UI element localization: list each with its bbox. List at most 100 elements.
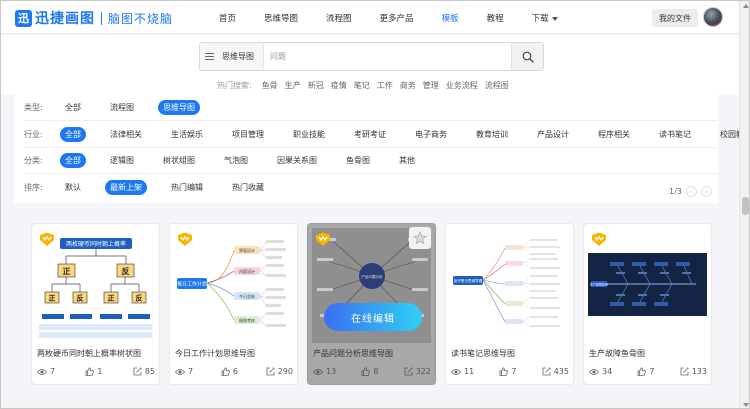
avatar[interactable] [703,7,723,27]
template-title[interactable]: 产品问题分析思维导图 [313,348,393,359]
filter-industry-option[interactable]: 项目管理 [227,127,269,142]
filter-category-option[interactable]: 鱼骨图 [341,153,375,168]
divider [24,120,717,121]
template-title[interactable]: 两枚硬币同时朝上概率树状图 [37,348,141,359]
filter-industry-option[interactable]: 生活娱乐 [166,127,208,142]
filter-industry-option[interactable]: 电子商务 [410,127,452,142]
next-page-button[interactable]: › [700,186,712,197]
chevron-down-icon [551,16,558,21]
filter-category-option[interactable]: 因果关系图 [272,153,322,168]
vertical-scrollbar[interactable] [739,1,749,408]
hot-search-term[interactable]: 管理 [423,80,439,91]
template-card[interactable]: 两枚硬币同时朝上概率 正 反 正 反 正 反 两枚硬币同时朝上概率树状图 7 1… [31,223,160,385]
hot-search-label: 热门搜索: [217,81,252,90]
filter-category-all[interactable]: 全部 [60,152,86,168]
hot-search-term[interactable]: 工作 [377,80,393,91]
scrollbar-thumb[interactable] [742,197,749,215]
filter-industry-option[interactable]: 考研考证 [349,127,391,142]
template-card-hovered[interactable]: 产品问题分析 在线编辑 产品问题分析思维导图 13 8 322 [307,223,436,385]
template-stats: 11 7 435 [451,367,569,376]
hot-search-term[interactable]: 笔记 [354,80,370,91]
search-input[interactable] [264,43,511,70]
nav-home[interactable]: 首页 [219,12,236,24]
likes-count: 1 [97,367,103,376]
prev-page-button[interactable]: ‹ [685,186,697,197]
filter-label: 类型: [24,102,43,112]
filter-category-option[interactable]: 树状组图 [158,153,200,168]
filter-industry-option[interactable]: 教育培训 [471,127,513,142]
filter-industry-option[interactable]: 法律相关 [105,127,147,142]
hot-search-term[interactable]: 业务流程 [446,80,478,91]
scroll-up-icon[interactable] [743,4,749,8]
nav-flowchart[interactable]: 流程图 [326,12,352,24]
scroll-down-icon[interactable] [743,403,749,407]
sort-newest[interactable]: 最新上架 [105,179,147,195]
hot-search-term[interactable]: 生产 [285,80,301,91]
eye-icon [175,368,185,375]
hot-search-term[interactable]: 流程图 [485,80,509,91]
template-title[interactable]: 今日工作计划思维导图 [175,348,255,359]
logo-divider [101,11,102,25]
filter-type-mindmap[interactable]: 思维导图 [158,99,200,115]
my-files-button[interactable]: 我的文件 [652,9,698,27]
nav-download-label: 下载 [531,14,549,24]
vip-badge-icon [178,232,192,246]
thumbs-up-icon [362,367,371,376]
eye-icon [37,368,47,375]
template-title[interactable]: 生产故障鱼骨图 [589,348,645,359]
sort-hot-fav[interactable]: 热门收藏 [227,180,269,195]
template-stats: 7 6 290 [175,367,293,376]
search-category-select[interactable]: 思维导图 [200,43,264,70]
template-card[interactable]: 生产故障鱼骨 生产故障鱼骨图 34 7 133 [583,223,712,385]
template-stats: 34 7 133 [589,367,707,376]
filter-industry-option[interactable]: 读书笔记 [654,127,696,142]
chevron-left-icon: ‹ [689,187,693,196]
filter-type-flowchart[interactable]: 流程图 [105,100,139,115]
nav-more-products[interactable]: 更多产品 [380,12,414,24]
search-button[interactable] [511,43,543,70]
filter-row-industry: 行业: 全部 法律相关 生活娱乐 项目管理 职业技能 考研考证 电子商务 教育培… [24,126,749,142]
thumbs-up-icon [221,367,230,376]
views-stat: 7 [175,367,193,376]
filter-industry-option[interactable]: 程序相关 [593,127,635,142]
thumb-center: 产品问题分析 [361,274,383,279]
edit-online-button[interactable]: 在线编辑 [324,303,422,331]
hot-search-term[interactable]: 新冠 [308,80,324,91]
sort-hot-edit[interactable]: 热门编辑 [166,180,208,195]
template-card[interactable]: 每日工作计划 界面设计 内容设计 今日总结 绩效考核 今日工作计划思维导图 7 … [169,223,298,385]
edits-stat: 322 [404,367,431,376]
filter-category-option[interactable]: 气泡图 [219,153,253,168]
views-stat: 34 [589,367,612,376]
nav-download[interactable]: 下载 [532,12,558,24]
favorite-button[interactable] [409,227,431,249]
likes-stat: 1 [85,367,103,376]
site-logo[interactable]: 迅 迅捷画图 脑图不烧脑 [15,8,173,28]
nav-mindmap[interactable]: 思维导图 [264,12,298,24]
template-stats: 13 8 322 [313,367,431,376]
filter-industry-option[interactable]: 职业技能 [288,127,330,142]
filter-category-option[interactable]: 其他 [394,153,420,168]
likes-count: 8 [373,367,379,376]
hot-search-term[interactable]: 疫情 [331,80,347,91]
sort-default[interactable]: 默认 [60,180,86,195]
top-header: 迅 迅捷画图 脑图不烧脑 首页 思维导图 流程图 更多产品 模板 教程 下载 我… [1,1,739,34]
edits-stat: 435 [542,367,569,376]
template-title[interactable]: 读书笔记思维导图 [451,348,515,359]
nav-templates[interactable]: 模板 [442,12,459,24]
template-stats: 7 1 85 [37,367,155,376]
filter-type-all[interactable]: 全部 [60,100,86,115]
filter-industry-option[interactable]: 产品设计 [532,127,574,142]
filter-industry-all[interactable]: 全部 [60,126,86,142]
vip-badge-icon [40,232,54,246]
thumb-center: 读书笔记思维导图 [454,278,483,283]
hot-search-term[interactable]: 鱼骨 [262,80,278,91]
filter-panel: 类型: 全部 流程图 思维导图 行业: 全部 法律相关 生活娱乐 项目管理 职业… [14,95,749,203]
edit-icon [404,367,413,376]
nav-tutorials[interactable]: 教程 [487,12,504,24]
template-card[interactable]: 读书笔记思维导图 读书笔记思维导图 11 7 435 [445,223,574,385]
hot-search-term[interactable]: 商务 [400,80,416,91]
eye-icon [313,368,323,375]
edit-icon [542,367,551,376]
filter-category-option[interactable]: 逻辑图 [105,153,139,168]
star-icon [413,231,427,245]
